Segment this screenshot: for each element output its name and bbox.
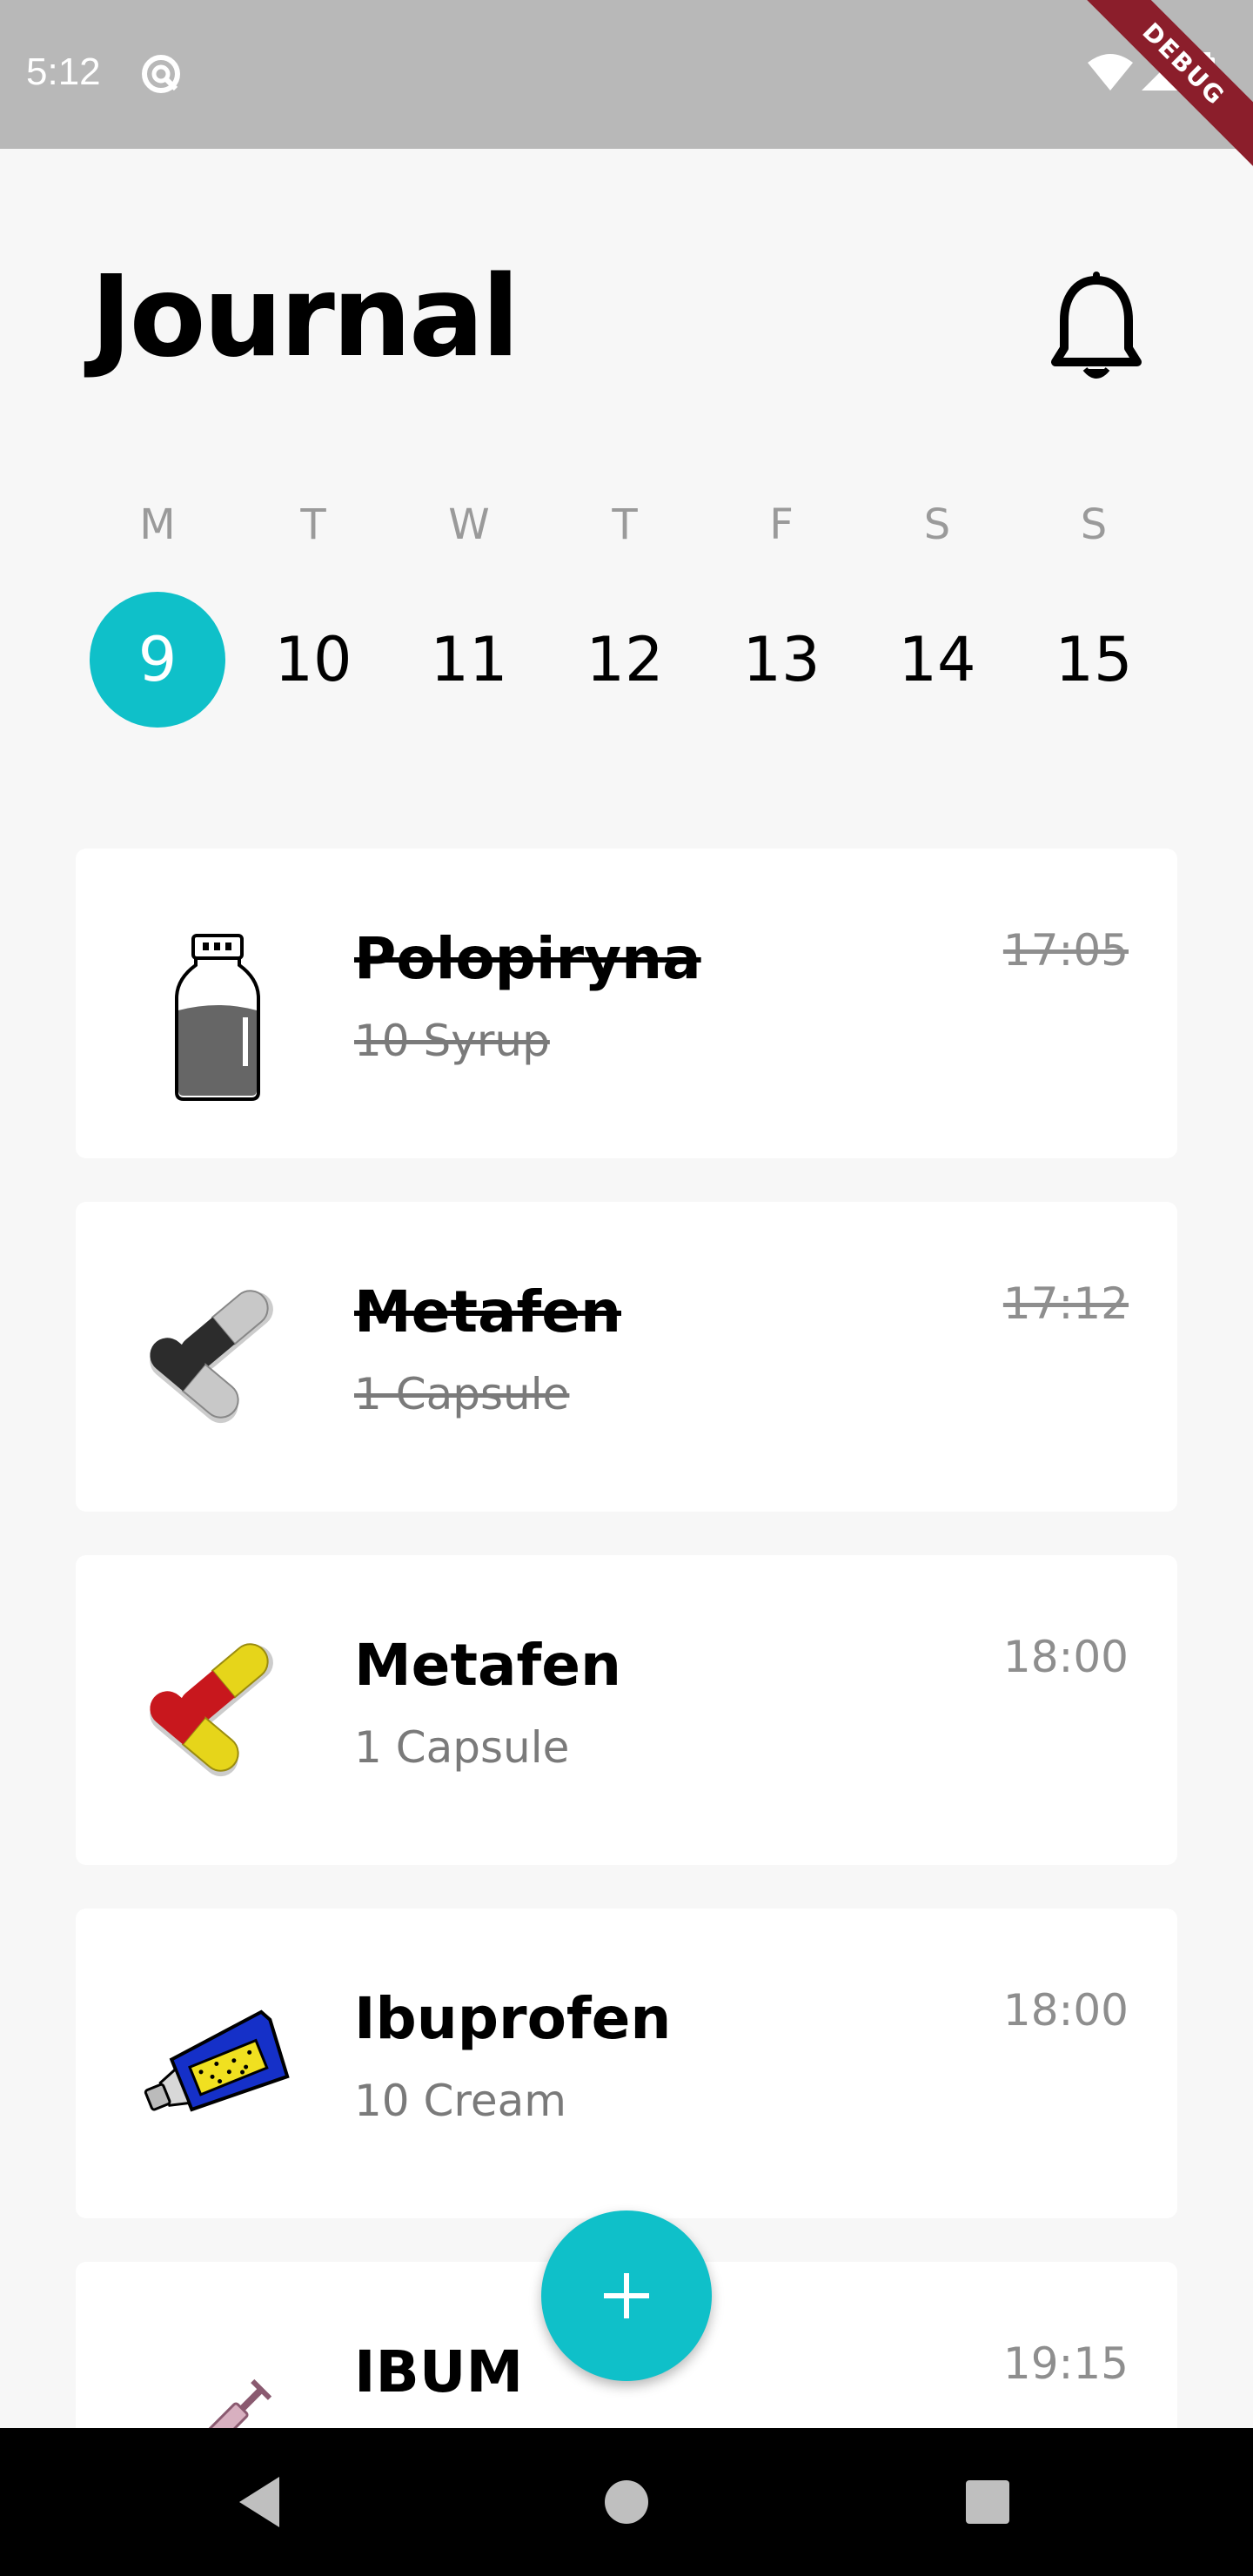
medication-time: 19:15 [1002,2338,1129,2389]
syrup-bottle-icon [175,934,260,1101]
date-cell[interactable]: 13 [714,592,849,728]
date-cell[interactable]: 10 [245,592,381,728]
weekday-label: W [448,500,490,549]
weekday-label: T [300,500,326,549]
medication-dose: 10 Cream [354,2076,566,2126]
date-cell-selected[interactable]: 9 [90,592,225,728]
medication-card[interactable]: Polopiryna 10 Syrup 17:05 [76,849,1177,1158]
weekday-label: T [612,500,638,549]
weekday-label: S [1080,500,1108,549]
notification-q-icon [142,55,180,93]
status-time: 5:12 [26,50,101,93]
medication-dose: 1 Capsule [354,1369,570,1419]
wifi-icon [1088,54,1133,91]
date-cell[interactable]: 15 [1026,592,1162,728]
status-bar: 5:12 DEBUG [0,0,1253,173]
medication-card[interactable]: Metafen 1 Capsule 18:00 [76,1555,1177,1865]
weekday-label: F [769,500,794,549]
medication-name: Metafen [354,1632,621,1699]
medication-time: 18:00 [1002,1985,1129,2036]
cream-tube-icon [144,2009,290,2112]
date-row: 9 10 11 12 13 14 15 [0,592,1253,731]
weekday-label: S [923,500,951,549]
back-icon[interactable] [222,2463,300,2541]
medication-name: Ibuprofen [354,1985,672,2052]
plus-icon [604,2273,649,2318]
medication-time: 17:12 [1002,1278,1129,1329]
medication-name: Polopiryna [354,925,701,992]
home-icon[interactable] [587,2463,666,2541]
medication-card[interactable]: Ibuprofen 10 Cream 18:00 [76,1909,1177,2218]
add-medication-button[interactable] [541,2210,712,2381]
red-yellow-capsules-icon [150,1643,273,1777]
recents-icon[interactable] [948,2463,1027,2541]
medication-dose: 10 Syrup [354,1016,550,1066]
weekday-row: M T W T F S S [0,500,1253,561]
medication-name: Metafen [354,1278,621,1345]
medication-name: IBUM [354,2338,524,2405]
date-cell[interactable]: 12 [557,592,693,728]
medication-card[interactable]: Metafen 1 Capsule 17:12 [76,1202,1177,1512]
date-cell[interactable]: 11 [401,592,537,728]
gray-capsules-icon [150,1290,273,1424]
date-cell[interactable]: 14 [869,592,1005,728]
weekday-label: M [139,500,176,549]
medication-dose: 1 Capsule [354,1722,570,1773]
medication-time: 17:05 [1002,925,1129,976]
system-nav-bar [0,2428,1253,2576]
medication-time: 18:00 [1002,1632,1129,1682]
bell-icon[interactable] [1049,272,1144,385]
page-title: Journal [90,252,519,382]
